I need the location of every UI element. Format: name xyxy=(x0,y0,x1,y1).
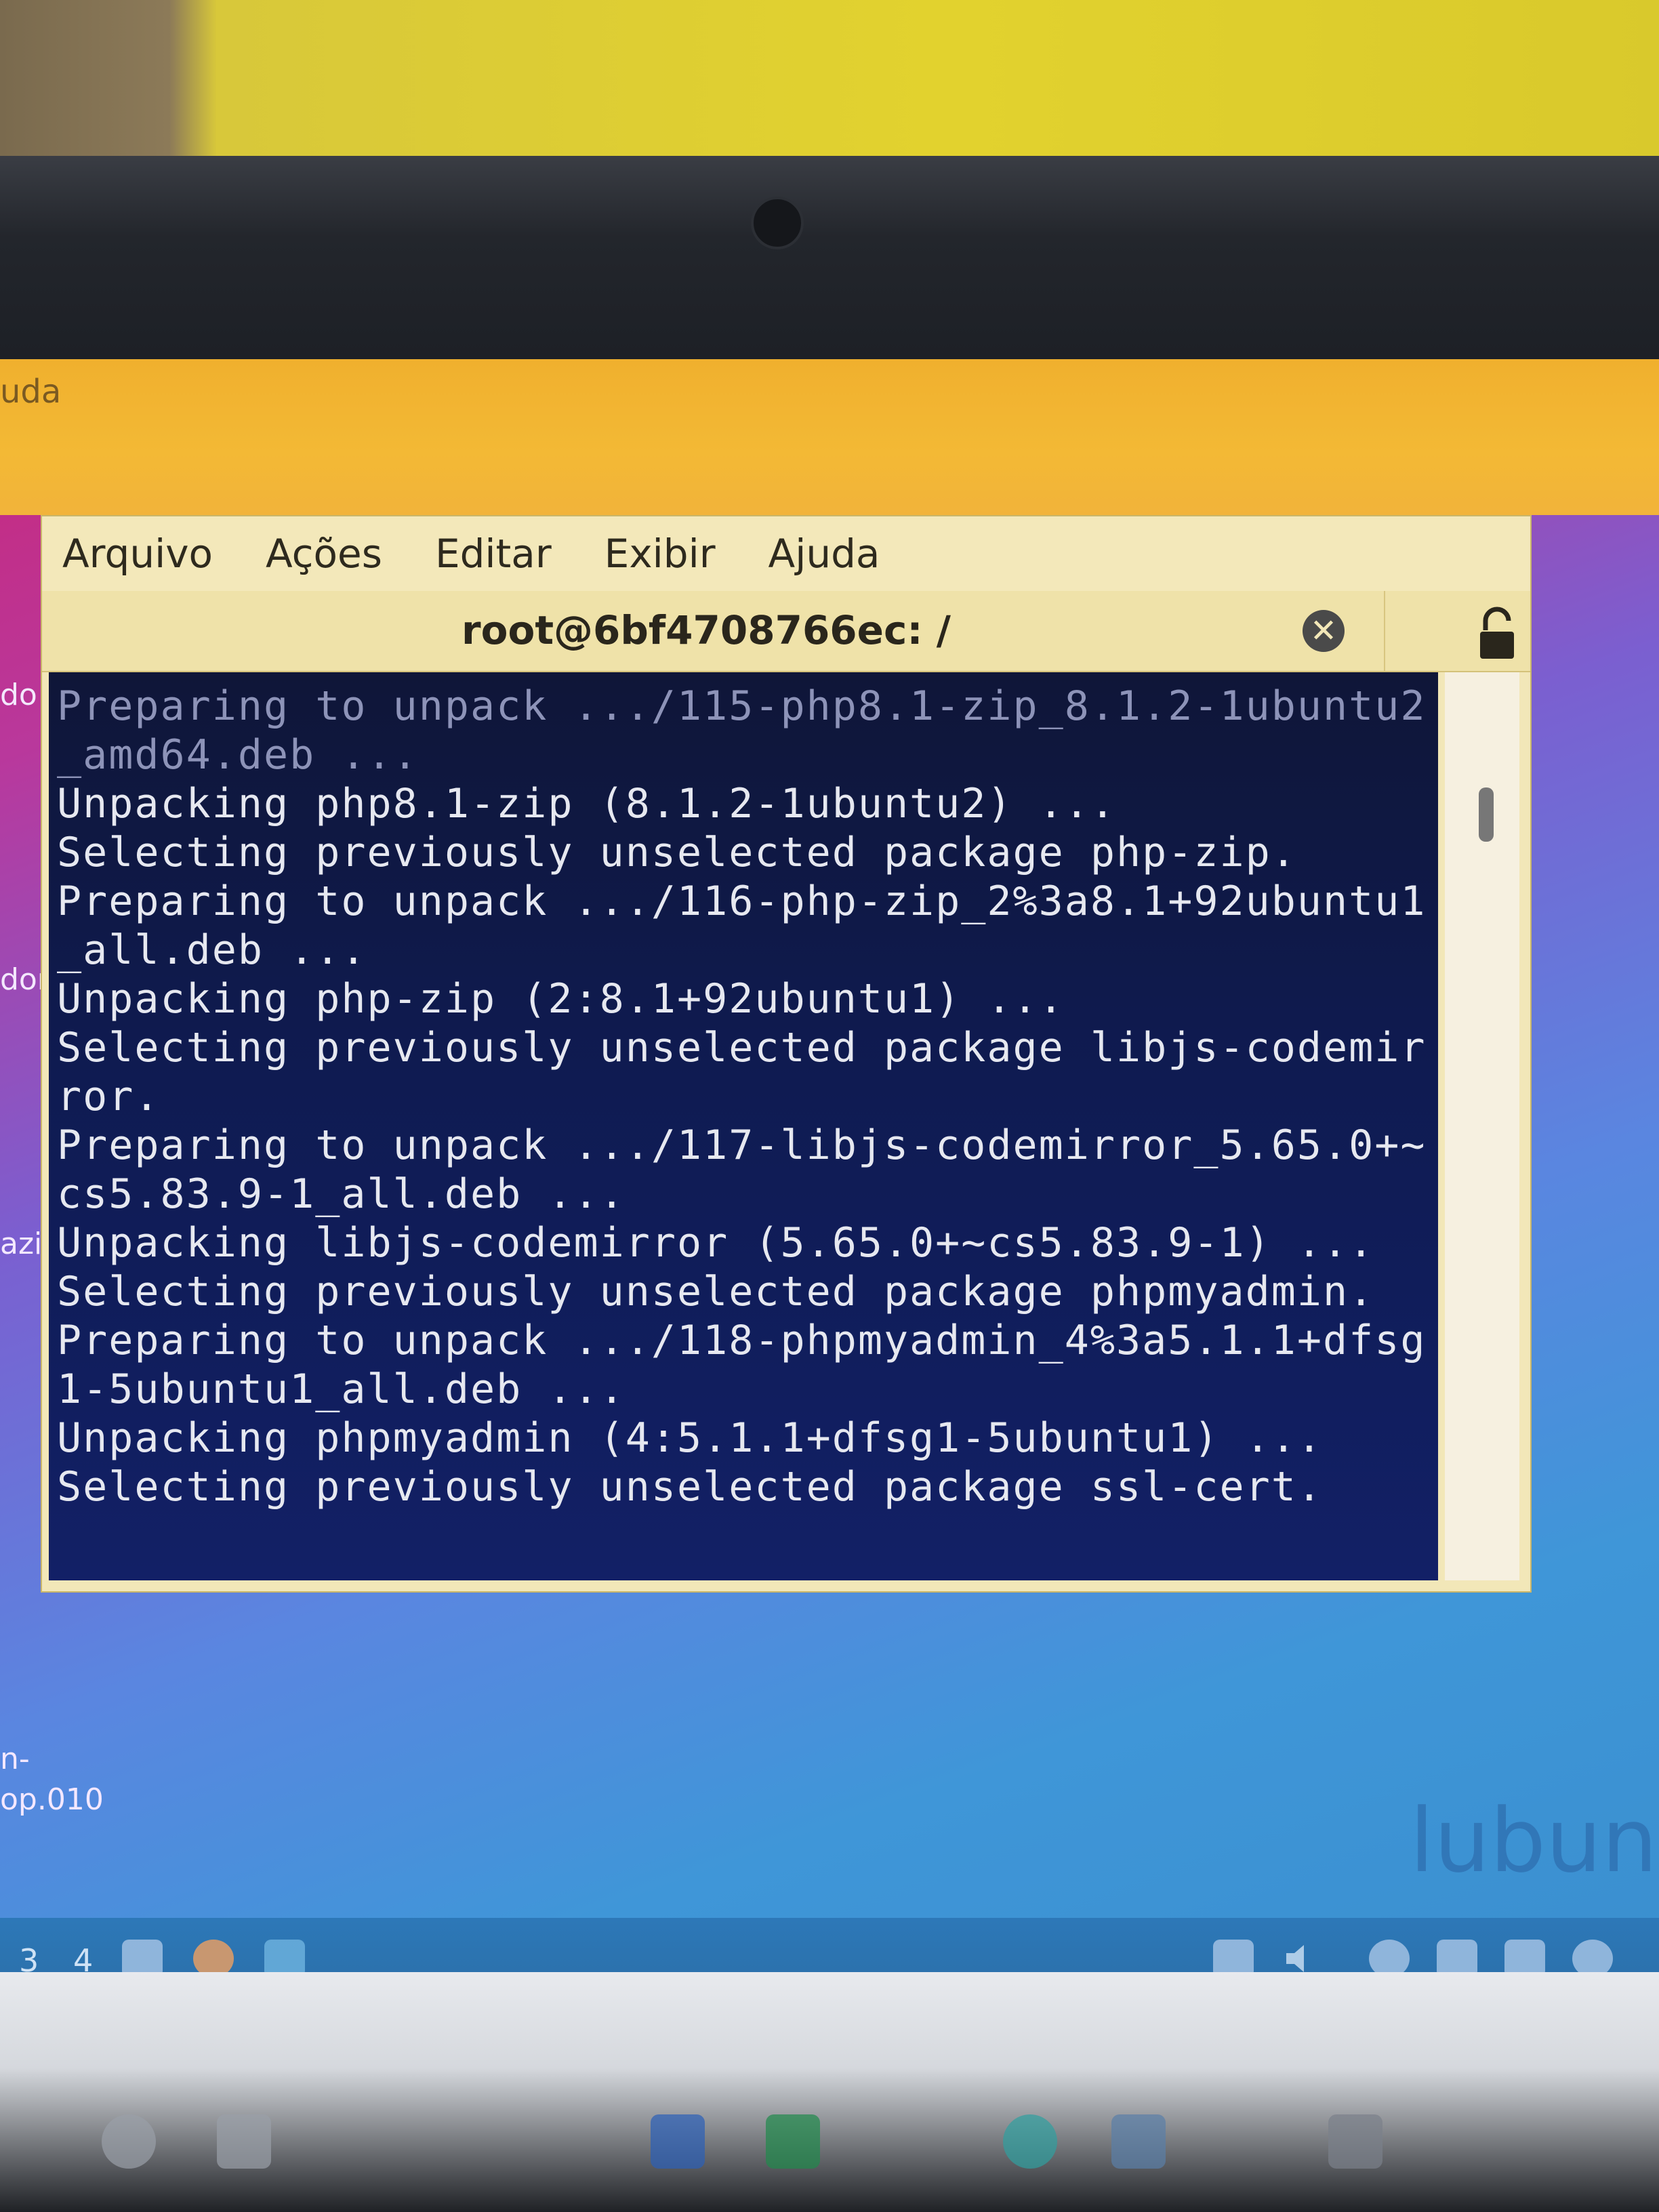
lock-icon[interactable] xyxy=(1473,603,1521,664)
terminal-line: Preparing to unpack .../116-php-zip_2%3a… xyxy=(57,878,1427,925)
firefox-icon[interactable] xyxy=(193,1940,234,1972)
terminal-line: Unpacking php-zip (2:8.1+92ubuntu1) ... xyxy=(57,975,1065,1023)
menu-ajuda[interactable]: Ajuda xyxy=(769,531,880,577)
terminal-line: Selecting previously unselected package … xyxy=(57,829,1297,876)
tab-divider xyxy=(1384,591,1385,671)
terminal-line: Preparing to unpack .../117-libjs-codemi… xyxy=(57,1122,1427,1169)
tab-title[interactable]: root@6bf4708766ec: / xyxy=(42,607,1370,653)
host-taskbar-area xyxy=(0,1972,1659,2212)
terminal-line: Selecting previously unselected package … xyxy=(57,1024,1427,1071)
workspace-3[interactable]: 3 xyxy=(19,1942,39,1972)
search-icon[interactable] xyxy=(102,2114,156,2169)
excel-icon[interactable] xyxy=(766,2114,820,2169)
terminal-line: Preparing to unpack .../115-php8.1-zip_8… xyxy=(57,682,1427,730)
laptop-bezel xyxy=(0,156,1659,359)
desktop-screen: uda do dor azia) n- op.010 lubuntu Arqui… xyxy=(0,359,1659,1972)
workspace-4[interactable]: 4 xyxy=(73,1942,93,1972)
terminal-tabbar: root@6bf4708766ec: / ✕ xyxy=(42,591,1530,672)
terminal-line: ror. xyxy=(57,1073,161,1120)
terminal-line: Unpacking libjs-codemirror (5.65.0+~cs5.… xyxy=(57,1219,1375,1267)
wallpaper-logo: lubuntu xyxy=(1410,1789,1659,1892)
menu-acoes[interactable]: Ações xyxy=(266,531,382,577)
clipboard-icon[interactable] xyxy=(1213,1940,1254,1972)
terminal-line: 1-5ubuntu1_all.deb ... xyxy=(57,1366,626,1413)
desktop-label[interactable]: do xyxy=(0,678,37,712)
display-icon[interactable] xyxy=(1504,1940,1545,1972)
terminal-launcher-icon[interactable] xyxy=(264,1940,305,1972)
background-window-menu-fragment: uda xyxy=(0,373,62,411)
file-manager-icon[interactable] xyxy=(122,1940,163,1972)
notification-icon[interactable] xyxy=(1572,1940,1613,1972)
background-window: uda xyxy=(0,359,1659,515)
volume-icon[interactable] xyxy=(1281,1940,1322,1972)
terminal-line: Selecting previously unselected package … xyxy=(57,1463,1324,1511)
terminal-menubar: Arquivo Ações Editar Exibir Ajuda xyxy=(42,516,1530,591)
edge-icon[interactable] xyxy=(1003,2114,1057,2169)
terminal-line: Unpacking phpmyadmin (4:5.1.1+dfsg1-5ubu… xyxy=(57,1414,1324,1462)
webcam xyxy=(751,197,804,249)
scrollbar-thumb[interactable] xyxy=(1479,787,1494,842)
menu-editar[interactable]: Editar xyxy=(435,531,552,577)
terminal-output[interactable]: Preparing to unpack .../115-php8.1-zip_8… xyxy=(49,672,1438,1580)
desktop-label[interactable]: n- xyxy=(0,1742,30,1776)
app-icon[interactable] xyxy=(1328,2114,1382,2169)
terminal-window[interactable]: Arquivo Ações Editar Exibir Ajuda root@6… xyxy=(41,515,1532,1593)
battery-icon[interactable] xyxy=(1437,1940,1477,1972)
word-icon[interactable] xyxy=(651,2114,705,2169)
terminal-line: _amd64.deb ... xyxy=(57,731,419,779)
terminal-line: cs5.83.9-1_all.deb ... xyxy=(57,1170,626,1218)
terminal-line: Preparing to unpack .../118-phpmyadmin_4… xyxy=(57,1317,1427,1364)
desktop-label[interactable]: op.010 xyxy=(0,1782,104,1817)
menu-exibir[interactable]: Exibir xyxy=(605,531,716,577)
taskbar-panel: 3 4 xyxy=(0,1918,1659,1972)
app-icon[interactable] xyxy=(1111,2114,1166,2169)
task-view-icon[interactable] xyxy=(217,2114,271,2169)
terminal-line: Unpacking php8.1-zip (8.1.2-1ubuntu2) ..… xyxy=(57,780,1117,827)
network-icon[interactable] xyxy=(1369,1940,1410,1972)
close-tab-icon[interactable]: ✕ xyxy=(1303,610,1345,652)
menu-arquivo[interactable]: Arquivo xyxy=(62,531,213,577)
terminal-line: Selecting previously unselected package … xyxy=(57,1268,1375,1315)
terminal-line: _all.deb ... xyxy=(57,926,367,974)
background-wall xyxy=(0,0,1659,163)
